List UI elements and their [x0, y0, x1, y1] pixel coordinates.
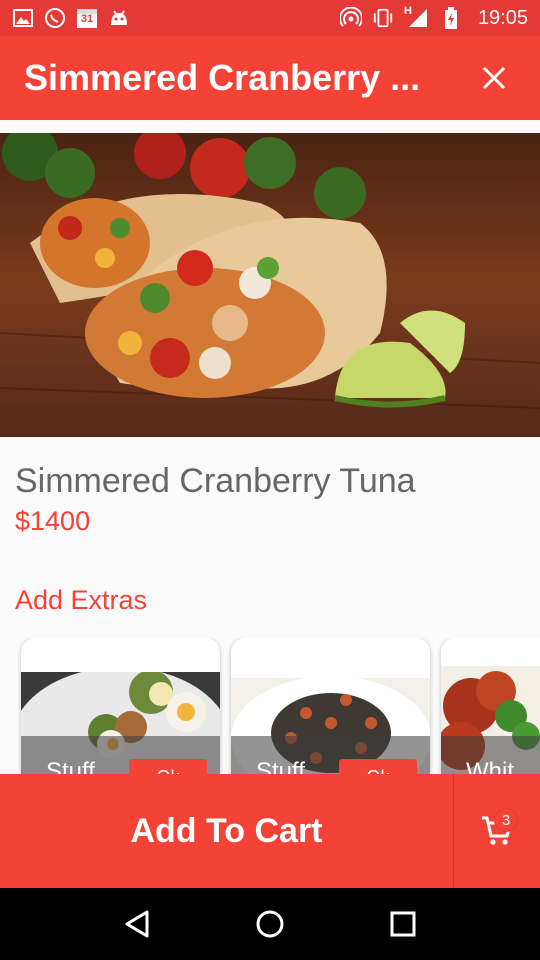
back-button[interactable] [112, 899, 162, 949]
signal-icon: H [403, 5, 430, 29]
extra-label: Stuff [46, 758, 95, 774]
status-bar: 31 H 19:05 [0, 0, 540, 36]
network-type: H [403, 5, 412, 17]
home-icon [256, 910, 284, 938]
dish-price: $1400 [15, 506, 91, 536]
extras-list: Stuff Ok Stuff Ok [0, 638, 540, 774]
battery-charging-icon [440, 7, 462, 29]
extra-label: Stuff [256, 758, 305, 774]
extra-card[interactable]: Stuff Ok [231, 638, 430, 774]
cart-count-badge: 3 [494, 808, 518, 832]
back-icon [125, 910, 149, 938]
whatsapp-icon [44, 7, 66, 29]
add-to-cart-button[interactable]: Add To Cart [0, 774, 453, 888]
calendar-icon: 31 [76, 7, 98, 29]
dish-name: Simmered Cranberry Tuna [15, 462, 416, 500]
hotspot-icon [339, 7, 362, 29]
cart-bar: Add To Cart 3 [0, 774, 540, 888]
navigation-bar [0, 888, 540, 960]
close-button[interactable] [472, 56, 516, 100]
close-icon [482, 66, 506, 90]
extra-ok-button[interactable]: Ok [129, 759, 207, 774]
app-bar: Simmered Cranberry ... [0, 36, 540, 120]
image-icon [12, 7, 34, 29]
recents-icon [390, 911, 416, 937]
extra-card[interactable]: Stuff Ok [21, 638, 220, 774]
extra-label: Whit [466, 758, 514, 774]
cart-button[interactable]: 3 [454, 774, 540, 888]
android-icon [108, 7, 130, 29]
recents-button[interactable] [378, 899, 428, 949]
home-button[interactable] [245, 899, 295, 949]
status-time: 19:05 [477, 6, 528, 29]
dish-image [0, 133, 540, 437]
vibrate-icon [372, 7, 394, 29]
page-title: Simmered Cranberry ... [24, 57, 421, 98]
extra-card[interactable]: Whit [441, 638, 540, 774]
extras-title: Add Extras [15, 585, 148, 615]
calendar-day: 31 [80, 13, 94, 25]
extra-ok-button[interactable]: Ok [339, 759, 417, 774]
